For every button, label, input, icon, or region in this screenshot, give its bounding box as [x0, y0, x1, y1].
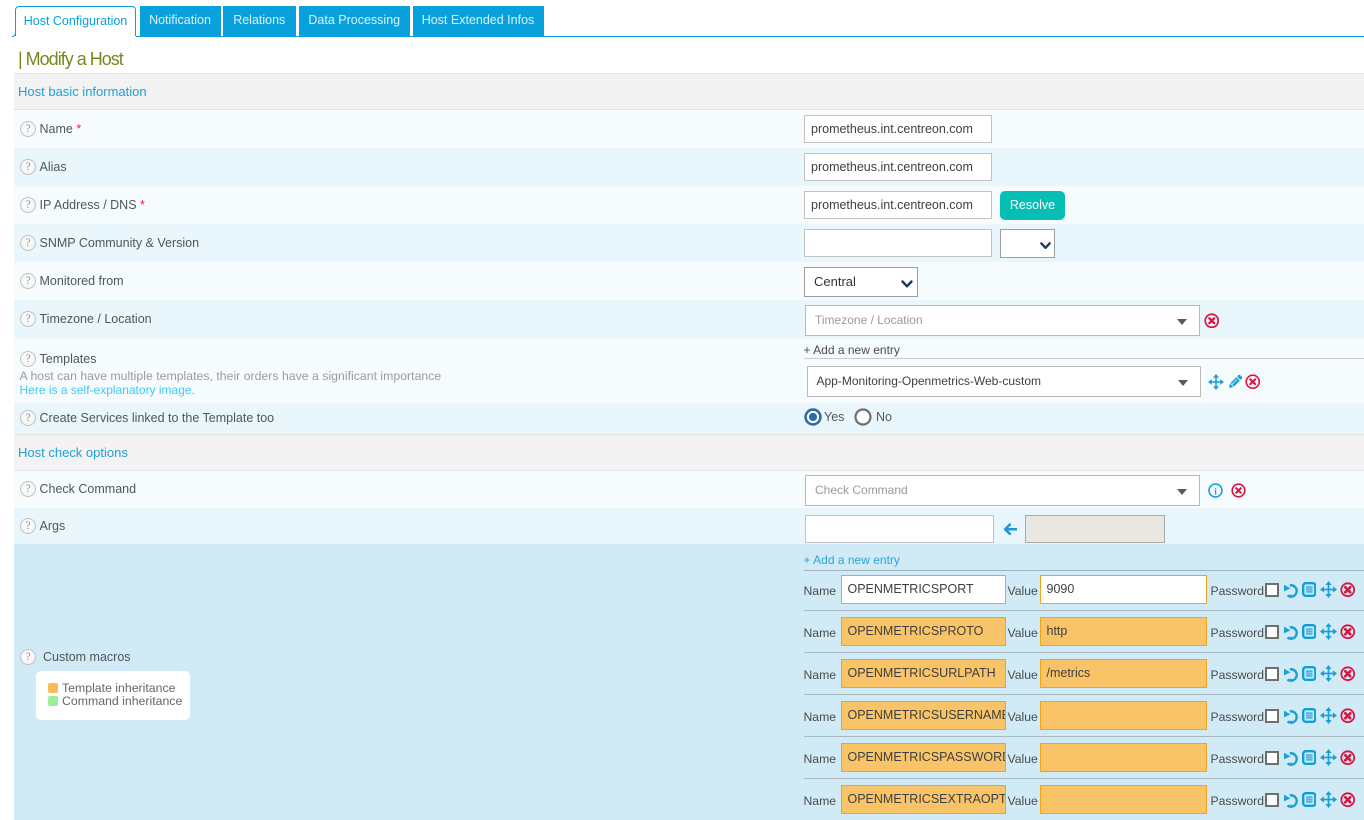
svg-text:i: i	[1214, 487, 1217, 497]
